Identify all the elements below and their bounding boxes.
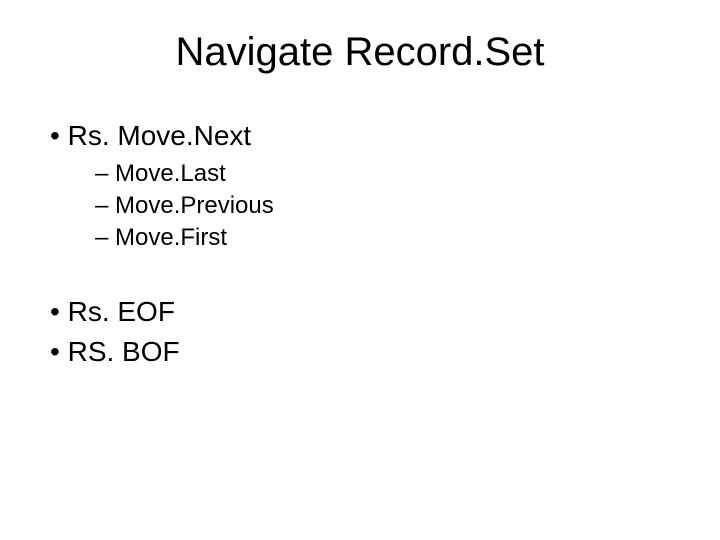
bullet-item-bof: RS. BOF (50, 336, 680, 368)
bullet-subitem-moveprevious: Move.Previous (95, 192, 680, 220)
bullet-subitem-movefirst: Move.First (95, 224, 680, 252)
slide-title: Navigate Record.Set (40, 30, 680, 75)
bullet-item-movenext: Rs. Move.Next (50, 120, 680, 152)
bullet-subitem-movelast: Move.Last (95, 160, 680, 188)
bullet-item-eof: Rs. EOF (50, 296, 680, 328)
